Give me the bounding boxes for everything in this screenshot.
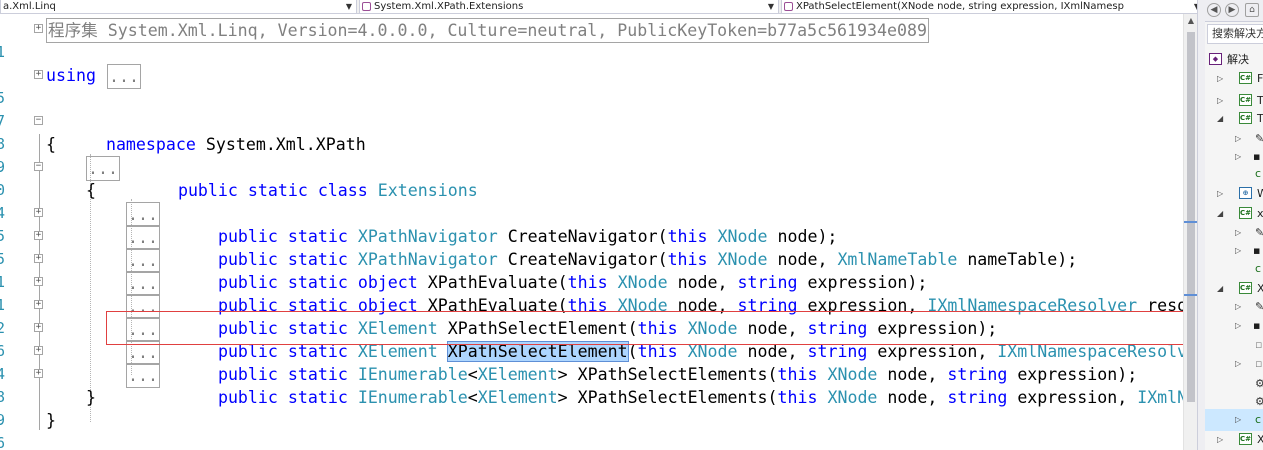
code-line: 1 + 程序集 System.Xml.Linq, Version=4.0.0.0… xyxy=(0,18,1183,61)
member-dropdown[interactable]: XPathSelectElement(XNode node, string ex… xyxy=(781,0,1205,14)
project-dropdown-label: a.Xml.Linq xyxy=(3,1,56,12)
pane-splitter[interactable] xyxy=(1197,0,1205,450)
code-line: 0 − ... public static class Extensions xyxy=(0,156,1183,200)
code-line: 5 + ... public static XPathNavigator Cre… xyxy=(0,202,1183,246)
method-icon xyxy=(784,2,793,11)
solution-explorer: ◀ ▶ ⌂ 搜索解决方 ◆ 解决 ▷ C# F ▷ C# T ◢ C# T ▷ … xyxy=(1205,0,1263,450)
expand-arrow-icon: ▷ xyxy=(1235,359,1242,368)
code-line: 5 + ... public static XPathNavigator Cre… xyxy=(0,225,1183,269)
line-number: 6 xyxy=(0,434,6,450)
collapsed-region[interactable]: ... xyxy=(126,248,160,273)
csharp-project-icon: C# xyxy=(1239,433,1252,445)
back-icon[interactable]: ◀ xyxy=(1207,3,1221,17)
annotation-highlight-box xyxy=(106,311,1263,345)
code-line: 9 } xyxy=(0,386,1183,429)
collapsed-region[interactable]: ... xyxy=(126,202,160,227)
code-line: 8 + ... public static IEnumerable<XEleme… xyxy=(0,363,1183,407)
open-brace: { xyxy=(46,135,56,154)
solution-explorer-toolbar: ◀ ▶ ⌂ xyxy=(1205,0,1263,22)
home-icon[interactable]: ⌂ xyxy=(1245,3,1259,17)
line-number: 1 xyxy=(0,43,6,61)
folder-icon: ▫ xyxy=(1255,357,1263,370)
expand-icon[interactable]: + xyxy=(34,70,43,79)
code-line: 1 + ... public static object XPathEvalua… xyxy=(0,248,1183,292)
collapsed-region[interactable]: ... xyxy=(126,363,160,388)
close-brace: } xyxy=(86,388,96,407)
scrollbar-thumb[interactable] xyxy=(1187,32,1195,402)
expand-icon[interactable]: + xyxy=(34,300,43,309)
web-project-icon: ⊕ xyxy=(1239,187,1252,199)
csharp-project-icon: C# xyxy=(1239,94,1252,106)
solution-icon: ◆ xyxy=(1209,53,1222,65)
code-line: 1 + ... public static object XPathEvalua… xyxy=(0,271,1183,315)
expand-icon[interactable]: + xyxy=(34,24,43,33)
project-dropdown[interactable]: a.Xml.Linq ▼ xyxy=(0,0,357,14)
tree-item[interactable]: ▷ C# X xyxy=(1205,429,1263,450)
expand-arrow-icon: ▷ xyxy=(1235,415,1242,424)
chevron-down-icon: ▼ xyxy=(766,0,776,13)
expand-arrow-icon: ▷ xyxy=(1217,74,1224,83)
forward-icon[interactable]: ▶ xyxy=(1225,3,1239,17)
expand-icon[interactable]: + xyxy=(34,369,43,378)
tree-item[interactable]: c xyxy=(1205,163,1263,185)
csharp-project-icon: C# xyxy=(1239,112,1252,124)
class-icon xyxy=(362,2,371,11)
keyword-using: using xyxy=(46,66,96,85)
expand-icon[interactable]: + xyxy=(34,208,43,217)
collapse-icon[interactable]: − xyxy=(34,162,43,171)
solution-search-input[interactable]: 搜索解决方 xyxy=(1207,24,1263,44)
type-dropdown[interactable]: System.Xml.XPath.Extensions ▼ xyxy=(359,0,779,14)
chevron-down-icon: ▼ xyxy=(344,0,354,13)
csharp-project-icon: C# xyxy=(1239,72,1252,84)
file-label: c xyxy=(1255,167,1262,180)
tree-item[interactable]: ◢ C# T xyxy=(1205,108,1263,130)
expand-arrow-icon: ▷ xyxy=(1217,189,1224,198)
tree-item[interactable]: ▷ ▫ xyxy=(1205,353,1263,375)
close-brace: } xyxy=(46,411,56,430)
collapse-arrow-icon: ◢ xyxy=(1217,114,1224,123)
tree-item-selected[interactable]: ▷ c xyxy=(1205,409,1263,431)
expand-icon[interactable]: + xyxy=(34,346,43,355)
code-editor[interactable]: 1 + 程序集 System.Xml.Linq, Version=4.0.0.0… xyxy=(0,14,1183,450)
csharp-project-icon: C# xyxy=(1239,207,1252,219)
csharp-project-icon: C# xyxy=(1239,282,1252,294)
collapsed-region[interactable]: ... xyxy=(86,156,120,181)
code-line: 9 { xyxy=(0,133,1183,176)
collapsed-region[interactable]: ... xyxy=(126,271,160,296)
member-dropdown-label: XPathSelectElement(XNode node, string ex… xyxy=(796,1,1124,12)
scroll-marker xyxy=(1184,294,1198,296)
code-line: 7 xyxy=(0,87,1183,130)
scroll-up-icon[interactable]: ▲ xyxy=(1184,14,1198,28)
collapsed-region[interactable]: ... xyxy=(126,225,160,250)
expand-icon[interactable]: + xyxy=(34,254,43,263)
tree-item[interactable]: c xyxy=(1205,258,1263,280)
expand-arrow-icon: ▷ xyxy=(1217,435,1224,444)
collapsed-region[interactable]: ... xyxy=(107,64,141,89)
expand-icon[interactable]: + xyxy=(34,277,43,286)
code-line: 6 } xyxy=(0,409,1183,450)
code-line: 8 − namespace System.Xml.XPath xyxy=(0,110,1183,155)
type-dropdown-label: System.Xml.XPath.Extensions xyxy=(374,1,524,12)
assembly-info[interactable]: 程序集 System.Xml.Linq, Version=4.0.0.0, Cu… xyxy=(46,18,929,43)
collapse-icon[interactable]: − xyxy=(34,116,43,125)
code-line: 5 + using ... xyxy=(0,64,1183,107)
scroll-marker xyxy=(1184,221,1198,223)
code-line: 4 { xyxy=(0,179,1183,222)
vertical-scrollbar[interactable]: ▲ xyxy=(1183,14,1198,450)
file-label: c xyxy=(1255,413,1262,426)
file-label: c xyxy=(1255,262,1262,275)
tree-item[interactable]: ▷ C# F xyxy=(1205,68,1263,90)
navigation-bar: a.Xml.Linq ▼ System.Xml.XPath.Extensions… xyxy=(0,0,1205,14)
open-brace: { xyxy=(86,181,96,200)
tree-item[interactable]: ▷ ⊕ W xyxy=(1205,183,1263,205)
expand-icon[interactable]: + xyxy=(34,231,43,240)
expand-icon[interactable]: + xyxy=(34,323,43,332)
